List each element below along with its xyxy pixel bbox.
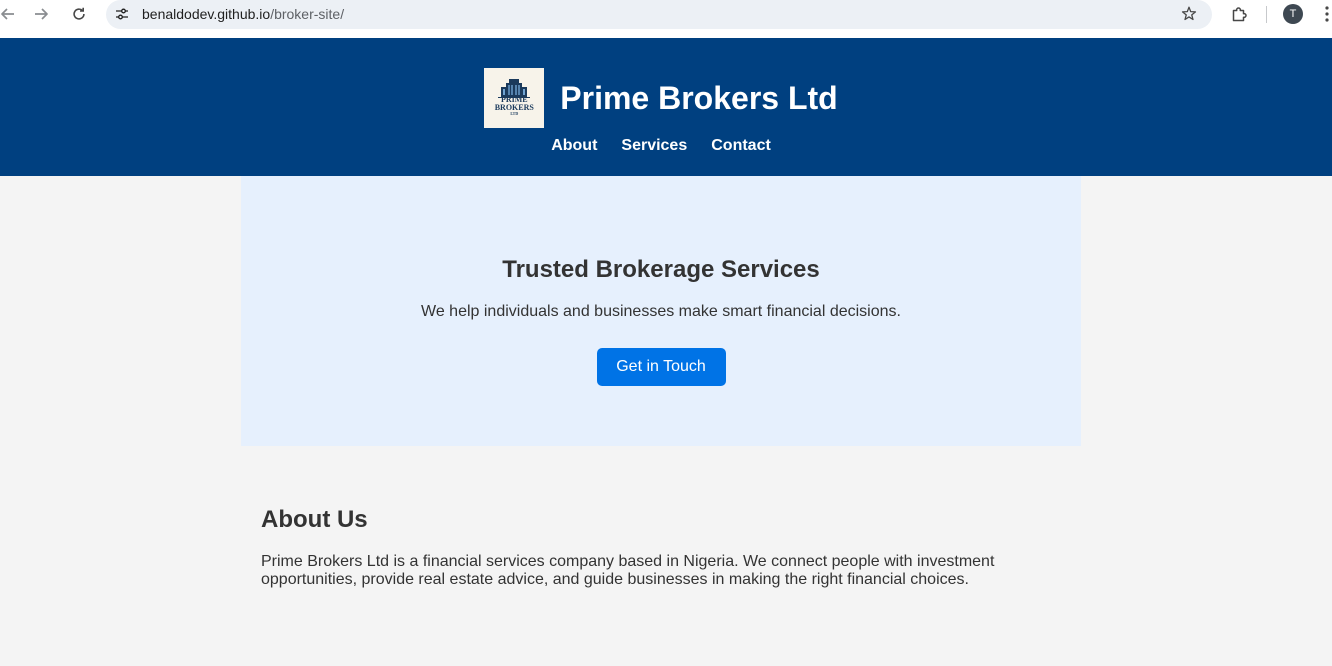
- forward-arrow-icon: [35, 8, 48, 20]
- about-section: About Us Prime Brokers Ltd is a financia…: [261, 446, 1061, 589]
- url-host: benaldodev.github.io: [142, 6, 271, 22]
- nav-link-about[interactable]: About: [551, 136, 597, 156]
- building-icon: [498, 79, 531, 98]
- star-icon: [1181, 6, 1197, 21]
- reload-icon: [73, 7, 85, 20]
- forward-button[interactable]: [34, 6, 50, 22]
- toolbar-divider: [1266, 6, 1267, 23]
- browser-menu-button[interactable]: [1322, 5, 1332, 23]
- kebab-menu-icon: [1325, 6, 1329, 22]
- browser-toolbar: benaldodev.github.io/broker-site/ T: [0, 0, 1332, 38]
- company-logo: PRIME BROKERS LTD: [484, 68, 545, 128]
- site-header: PRIME BROKERS LTD Prime Brokers Ltd Abou…: [0, 38, 1332, 176]
- address-bar[interactable]: benaldodev.github.io/broker-site/: [106, 0, 1212, 29]
- webpage: PRIME BROKERS LTD Prime Brokers Ltd Abou…: [0, 38, 1332, 666]
- tune-icon: [116, 8, 128, 20]
- url-path: /broker-site/: [270, 6, 345, 22]
- profile-avatar[interactable]: T: [1283, 4, 1303, 24]
- reload-button[interactable]: [71, 6, 87, 22]
- hero-section: Trusted Brokerage Services We help indiv…: [241, 176, 1081, 446]
- nav-link-services[interactable]: Services: [621, 136, 687, 156]
- bookmark-button[interactable]: [1181, 6, 1197, 22]
- extensions-button[interactable]: [1230, 5, 1248, 23]
- url-field[interactable]: benaldodev.github.io/broker-site/: [142, 0, 344, 29]
- about-text: Prime Brokers Ltd is a financial service…: [261, 553, 995, 588]
- hero-tagline: We help individuals and businesses make …: [421, 303, 901, 320]
- brand: PRIME BROKERS LTD Prime Brokers Ltd: [0, 68, 1322, 128]
- back-arrow-icon: [1, 8, 14, 20]
- back-button[interactable]: [0, 6, 15, 22]
- nav-link-contact[interactable]: Contact: [711, 136, 771, 156]
- hero-heading: Trusted Brokerage Services: [502, 256, 820, 283]
- site-title: Prime Brokers Ltd: [560, 79, 838, 116]
- main-nav: About Services Contact: [0, 136, 1322, 156]
- site-info-button[interactable]: [115, 7, 129, 21]
- about-heading: About Us: [261, 506, 368, 533]
- logo-wordmark-line: LTD: [510, 111, 519, 116]
- puzzle-icon: [1232, 7, 1247, 22]
- get-in-touch-button[interactable]: Get in Touch: [596, 348, 726, 386]
